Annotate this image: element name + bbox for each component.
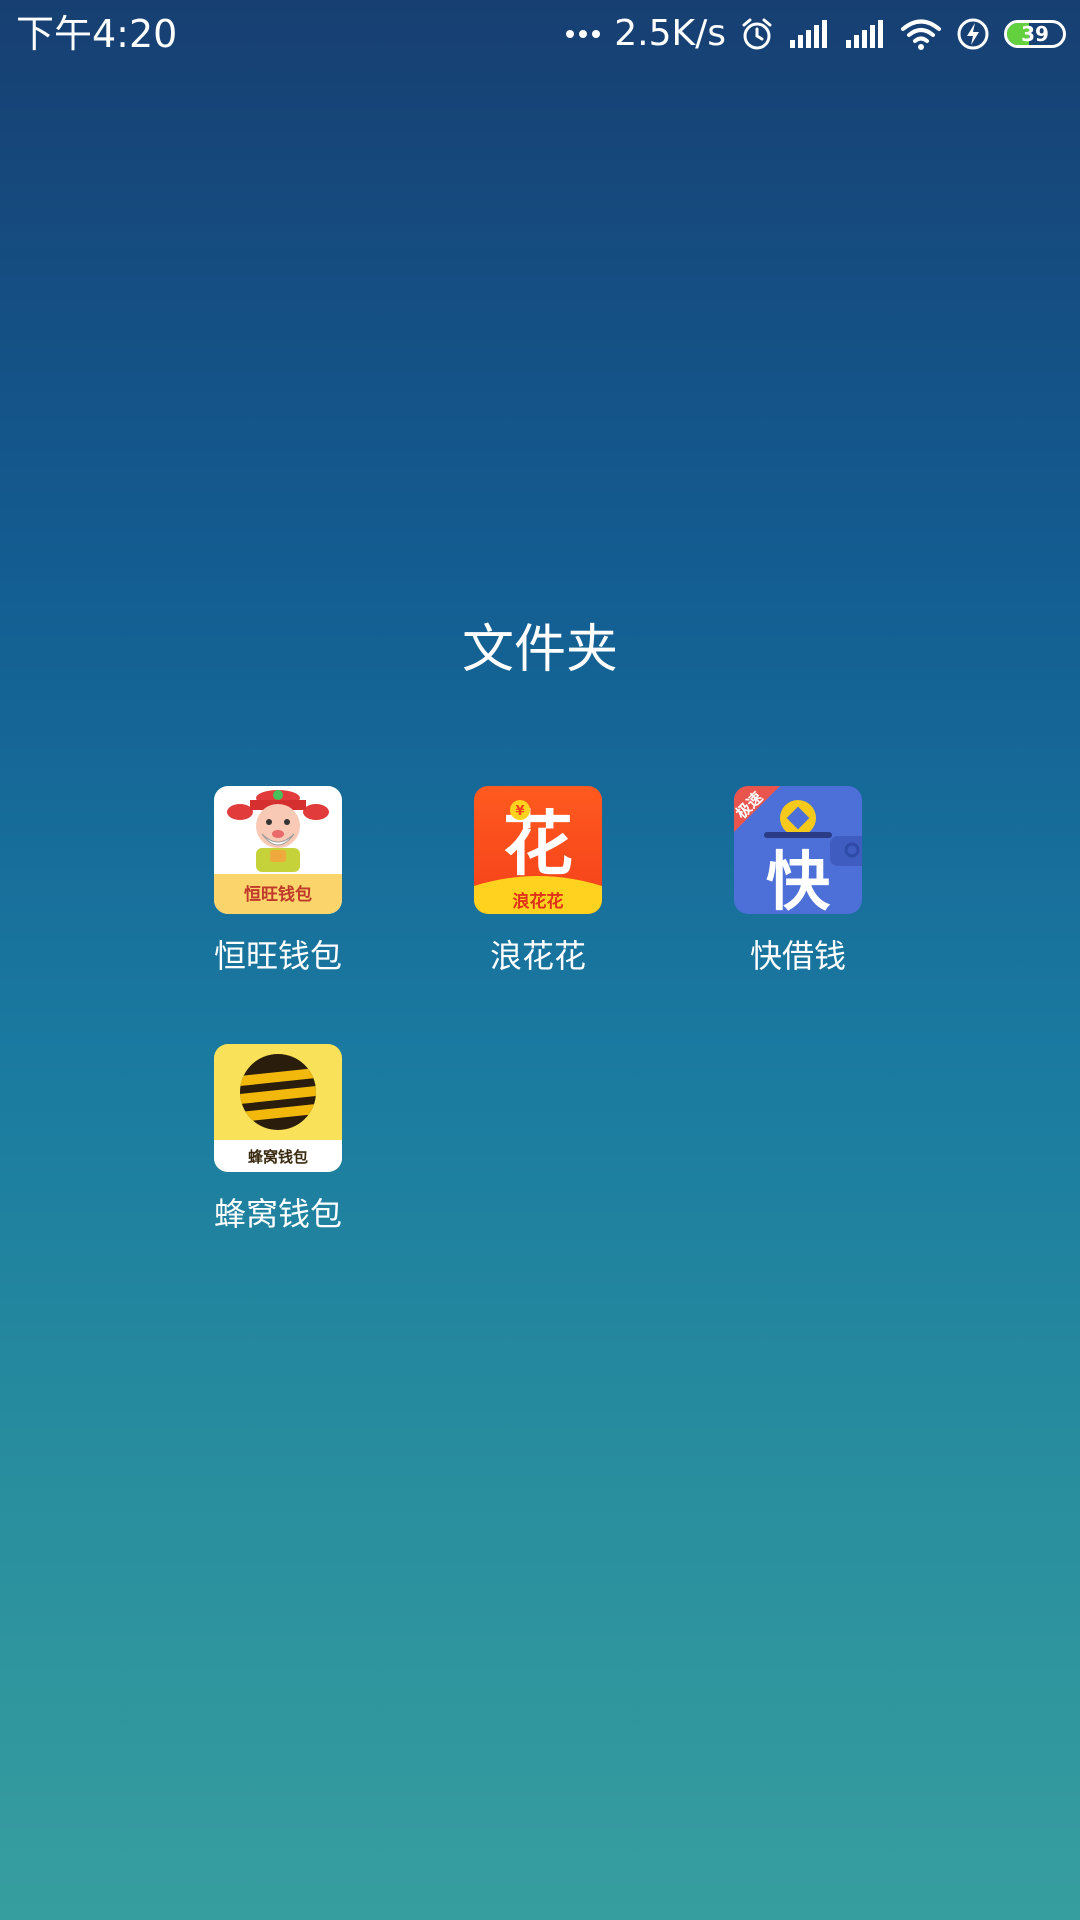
battery-indicator: 39: [1004, 20, 1066, 48]
status-time: 下午4:20: [16, 12, 178, 56]
app-label-fengwo-wallet: 蜂窝钱包: [213, 1195, 342, 1233]
signal-icon-sim1: [790, 20, 827, 48]
status-bar: 下午4:20 2.5K/s 39: [0, 0, 1080, 70]
app-hengwang-wallet[interactable]: 恒旺钱包 恒旺钱包: [148, 786, 408, 978]
more-notifications-icon: [561, 30, 601, 38]
network-speed: 2.5K/s: [614, 13, 726, 54]
kuaijieqian-icon[interactable]: 快 极速: [734, 786, 862, 914]
app-label-langhuahua: 浪花花: [489, 937, 586, 975]
hengwang-icon-text: 恒旺钱包: [244, 884, 312, 905]
fengwo-icon-text: 蜂窝钱包: [248, 1148, 308, 1166]
app-label-hengwang-wallet: 恒旺钱包: [213, 937, 342, 975]
battery-level: 39: [1021, 22, 1049, 46]
langhuahua-icon-text: 浪花花: [513, 891, 564, 912]
langhuahua-icon[interactable]: 花 ¥ 浪花花: [474, 786, 602, 914]
app-fengwo-wallet[interactable]: 蜂窝钱包 蜂窝钱包: [148, 1044, 408, 1236]
alarm-icon: [742, 18, 772, 50]
app-langhuahua[interactable]: 花 ¥ 浪花花 浪花花: [408, 786, 668, 978]
wifi-icon: [901, 19, 941, 50]
fengwo-wallet-icon[interactable]: 蜂窝钱包: [214, 1044, 342, 1172]
langhuahua-icon-badge: ¥: [515, 804, 524, 819]
kuaijieqian-icon-glyph: 快: [766, 846, 831, 914]
app-label-kuaijieqian: 快借钱: [749, 937, 846, 975]
charging-icon: [957, 18, 989, 50]
folder-title[interactable]: 文件夹: [0, 615, 1080, 685]
app-kuaijieqian[interactable]: 快 极速 快借钱: [668, 786, 928, 978]
hengwang-wallet-icon[interactable]: 恒旺钱包: [214, 786, 342, 914]
signal-icon-sim2: [846, 20, 883, 48]
status-icons: 2.5K/s 39: [547, 10, 1066, 58]
